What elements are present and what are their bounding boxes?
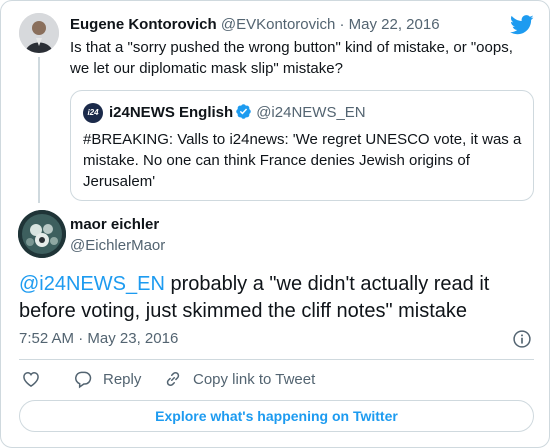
tweet-time: 7:52 AM bbox=[19, 330, 75, 347]
quote-tweet-text: #BREAKING: Valls to i24news: 'We regret … bbox=[83, 131, 522, 190]
mention-link[interactable]: @i24NEWS_EN bbox=[19, 273, 165, 295]
main-avatar[interactable] bbox=[18, 210, 66, 258]
copy-link-label: Copy link to Tweet bbox=[193, 370, 316, 388]
like-button[interactable] bbox=[21, 369, 41, 389]
heart-icon bbox=[23, 371, 39, 387]
quote-author-handle: @i24NEWS_EN bbox=[256, 104, 366, 121]
tweet-date: May 23, 2016 bbox=[87, 330, 179, 347]
parent-author-handle[interactable]: @EVKontorovich bbox=[221, 16, 335, 33]
timestamp-separator: · bbox=[78, 330, 84, 347]
parent-avatar[interactable] bbox=[19, 13, 59, 53]
tweet-embed-card: Eugene Kontorovich @EVKontorovich · May … bbox=[0, 0, 550, 448]
reply-button[interactable]: Reply bbox=[73, 369, 141, 389]
explore-twitter-button[interactable]: Explore what's happening on Twitter bbox=[19, 400, 534, 432]
quote-avatar: i24 bbox=[83, 103, 103, 123]
parent-tweet-text: Is that a "sorry pushed the wrong button… bbox=[70, 39, 513, 77]
info-icon[interactable] bbox=[512, 329, 532, 349]
divider bbox=[19, 359, 534, 360]
verified-badge-icon bbox=[236, 104, 251, 119]
thread-connector-line bbox=[38, 57, 40, 203]
parent-separator: · bbox=[339, 16, 345, 33]
parent-date[interactable]: May 22, 2016 bbox=[349, 16, 440, 33]
parent-header: Eugene Kontorovich @EVKontorovich · May … bbox=[70, 15, 440, 35]
quote-header: i24NEWS English @i24NEWS_EN bbox=[109, 103, 366, 123]
tweet-text: @i24NEWS_EN probably a "we didn't actual… bbox=[19, 271, 534, 325]
twitter-bird-icon[interactable] bbox=[510, 15, 534, 35]
reply-label: Reply bbox=[103, 370, 142, 388]
copy-link-button[interactable]: Copy link to Tweet bbox=[163, 369, 315, 389]
quoted-tweet[interactable]: i24 i24NEWS English @i24NEWS_EN #BREAKIN… bbox=[70, 90, 534, 201]
quote-author-name: i24NEWS English bbox=[109, 104, 234, 121]
parent-author-name[interactable]: Eugene Kontorovich bbox=[70, 16, 217, 33]
author-handle[interactable]: @EichlerMaor bbox=[70, 237, 165, 254]
author-name[interactable]: maor eichler bbox=[70, 216, 159, 233]
link-icon bbox=[166, 371, 180, 387]
reply-bubble-icon bbox=[75, 371, 92, 389]
tweet-timestamp[interactable]: 7:52 AM · May 23, 2016 bbox=[19, 330, 178, 347]
